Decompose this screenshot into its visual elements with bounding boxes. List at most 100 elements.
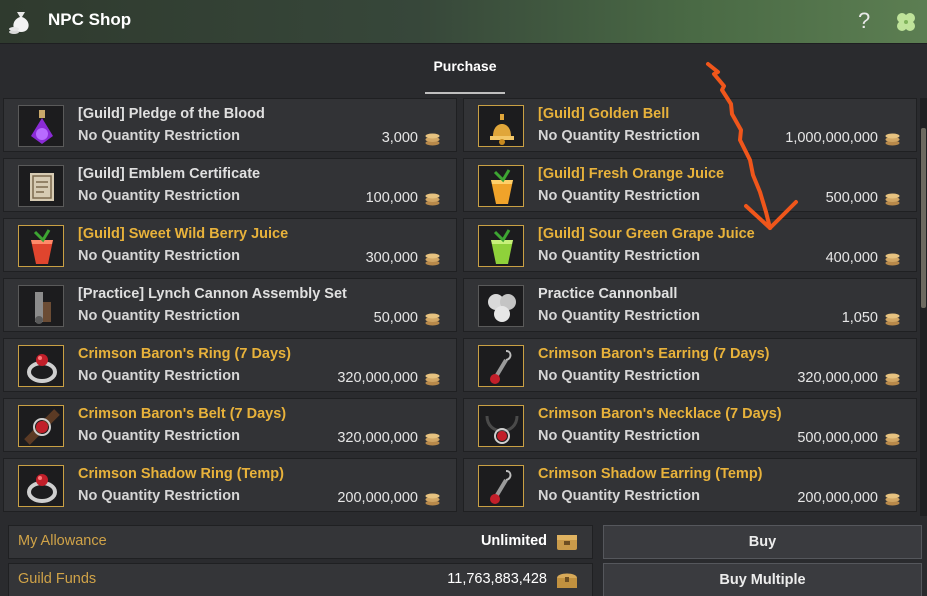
item-restriction: No Quantity Restriction — [538, 368, 700, 384]
window-title: NPC Shop — [48, 10, 132, 29]
shop-item[interactable]: [Guild] Golden Bell No Quantity Restricti… — [463, 98, 917, 152]
item-price: 500,000 — [825, 190, 878, 206]
shop-item[interactable]: [Guild] Sweet Wild Berry Juice No Quantit… — [3, 218, 457, 272]
coin-icon — [425, 492, 440, 506]
shop-item[interactable]: Crimson Baron's Belt (7 Days) No Quantity… — [3, 398, 457, 452]
item-restriction: No Quantity Restriction — [78, 128, 240, 144]
coin-icon — [885, 432, 900, 446]
item-price: 320,000,000 — [337, 370, 418, 386]
guild-funds-row: Guild Funds 11,763,883,428 — [8, 563, 593, 596]
item-restriction: No Quantity Restriction — [78, 248, 240, 264]
item-price: 400,000 — [825, 250, 878, 266]
shop-item[interactable]: Crimson Shadow Ring (Temp) No Quantity Re… — [3, 458, 457, 512]
item-name: [Guild] Golden Bell — [538, 106, 670, 122]
grape-juice-icon — [478, 225, 524, 267]
item-list: [Guild] Pledge of the Blood No Quantity R… — [3, 98, 918, 516]
guild-funds-label: Guild Funds — [18, 571, 97, 587]
item-name: Crimson Shadow Ring (Temp) — [78, 466, 284, 482]
orange-juice-icon — [478, 165, 524, 207]
belt-icon — [18, 405, 64, 447]
item-price: 50,000 — [373, 310, 418, 326]
item-price: 320,000,000 — [797, 370, 878, 386]
coin-icon — [885, 492, 900, 506]
shop-item[interactable]: Practice Cannonball No Quantity Restricti… — [463, 278, 917, 332]
tab-active-indicator — [425, 92, 505, 94]
item-price: 300,000 — [365, 250, 418, 266]
wallet-icon — [557, 535, 577, 550]
coin-icon — [425, 132, 440, 146]
item-price: 100,000 — [365, 190, 418, 206]
item-name: Crimson Baron's Belt (7 Days) — [78, 406, 287, 422]
allowance-row: My Allowance Unlimited — [8, 525, 593, 559]
earring-icon — [478, 345, 524, 387]
shop-item[interactable]: [Guild] Fresh Orange Juice No Quantity Re… — [463, 158, 917, 212]
item-restriction: No Quantity Restriction — [538, 308, 700, 324]
item-restriction: No Quantity Restriction — [78, 368, 240, 384]
coin-icon — [425, 312, 440, 326]
shop-item[interactable]: [Practice] Lynch Cannon Assembly Set No Q… — [3, 278, 457, 332]
help-icon[interactable]: ? — [858, 8, 870, 34]
guild-funds-value: 11,763,883,428 — [447, 571, 547, 587]
item-name: [Guild] Pledge of the Blood — [78, 106, 265, 122]
item-name: Crimson Baron's Ring (7 Days) — [78, 346, 291, 362]
clover-icon[interactable] — [895, 11, 917, 33]
item-name: Crimson Baron's Necklace (7 Days) — [538, 406, 782, 422]
item-name: [Guild] Emblem Certificate — [78, 166, 261, 182]
item-price: 200,000,000 — [797, 490, 878, 506]
item-name: Practice Cannonball — [538, 286, 678, 302]
item-restriction: No Quantity Restriction — [78, 308, 240, 324]
coin-icon — [885, 132, 900, 146]
item-restriction: No Quantity Restriction — [538, 488, 700, 504]
money-bag-icon — [9, 12, 29, 34]
shop-item[interactable]: [Guild] Sour Green Grape Juice No Quantit… — [463, 218, 917, 272]
purple-potion-icon — [18, 105, 64, 147]
shop-item[interactable]: [Guild] Emblem Certificate No Quantity Re… — [3, 158, 457, 212]
coin-icon — [885, 192, 900, 206]
coin-icon — [425, 252, 440, 266]
treasure-chest-icon — [557, 573, 577, 588]
ring-icon — [18, 345, 64, 387]
berry-juice-icon — [18, 225, 64, 267]
necklace-icon — [478, 405, 524, 447]
item-restriction: No Quantity Restriction — [538, 128, 700, 144]
item-price: 3,000 — [381, 130, 418, 146]
item-restriction: No Quantity Restriction — [538, 188, 700, 204]
item-price: 200,000,000 — [337, 490, 418, 506]
item-price: 500,000,000 — [797, 430, 878, 446]
certificate-icon — [18, 165, 64, 207]
coin-icon — [425, 192, 440, 206]
ring-icon — [18, 465, 64, 507]
scrollbar-thumb[interactable] — [921, 128, 926, 308]
shop-item[interactable]: Crimson Shadow Earring (Temp) No Quantity… — [463, 458, 917, 512]
buy-multiple-button[interactable]: Buy Multiple — [603, 563, 922, 596]
earring-icon — [478, 465, 524, 507]
item-price: 1,050 — [841, 310, 878, 326]
allowance-label: My Allowance — [18, 533, 107, 549]
tab-purchase-label: Purchase — [433, 58, 497, 74]
shop-item[interactable]: [Guild] Pledge of the Blood No Quantity R… — [3, 98, 457, 152]
allowance-value: Unlimited — [480, 533, 547, 549]
coin-icon — [885, 372, 900, 386]
cannon-set-icon — [18, 285, 64, 327]
buy-button[interactable]: Buy — [603, 525, 922, 559]
item-restriction: No Quantity Restriction — [78, 188, 240, 204]
cannonball-icon — [478, 285, 524, 327]
shop-item[interactable]: Crimson Baron's Necklace (7 Days) No Quan… — [463, 398, 917, 452]
shop-item[interactable]: Crimson Baron's Ring (7 Days) No Quantity… — [3, 338, 457, 392]
tab-bar: Purchase — [0, 44, 927, 96]
coin-icon — [885, 312, 900, 326]
shop-item[interactable]: Crimson Baron's Earring (7 Days) No Quant… — [463, 338, 917, 392]
item-name: [Guild] Fresh Orange Juice — [538, 166, 725, 182]
item-price: 320,000,000 — [337, 430, 418, 446]
item-restriction: No Quantity Restriction — [538, 248, 700, 264]
item-restriction: No Quantity Restriction — [538, 428, 700, 444]
window-titlebar: NPC Shop ? — [0, 0, 927, 44]
item-restriction: No Quantity Restriction — [78, 488, 240, 504]
item-name: Crimson Shadow Earring (Temp) — [538, 466, 763, 482]
tab-purchase[interactable]: Purchase — [425, 58, 505, 94]
scrollbar[interactable] — [920, 98, 927, 516]
coin-icon — [425, 432, 440, 446]
coin-icon — [425, 372, 440, 386]
item-price: 1,000,000,000 — [785, 130, 878, 146]
item-name: [Guild] Sweet Wild Berry Juice — [78, 226, 289, 242]
